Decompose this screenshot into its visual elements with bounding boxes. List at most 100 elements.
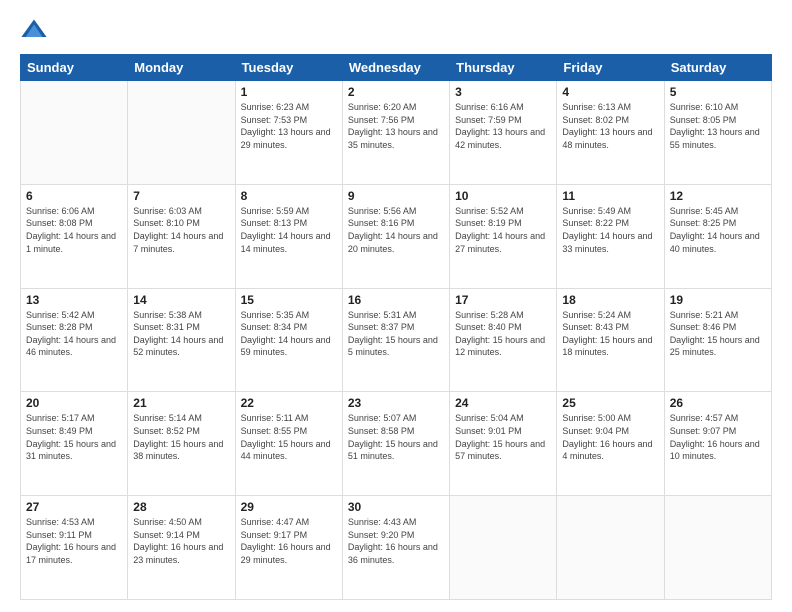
- day-info: Sunrise: 5:35 AM Sunset: 8:34 PM Dayligh…: [241, 309, 337, 359]
- day-info: Sunrise: 6:20 AM Sunset: 7:56 PM Dayligh…: [348, 101, 444, 151]
- day-number: 15: [241, 293, 337, 307]
- col-friday: Friday: [557, 55, 664, 81]
- table-row: [450, 496, 557, 600]
- day-number: 23: [348, 396, 444, 410]
- day-number: 1: [241, 85, 337, 99]
- day-number: 19: [670, 293, 766, 307]
- day-info: Sunrise: 5:11 AM Sunset: 8:55 PM Dayligh…: [241, 412, 337, 462]
- table-row: 13 Sunrise: 5:42 AM Sunset: 8:28 PM Dayli…: [21, 288, 128, 392]
- day-number: 13: [26, 293, 122, 307]
- table-row: 18Sunrise: 5:24 AM Sunset: 8:43 PM Dayli…: [557, 288, 664, 392]
- table-row: 27 Sunrise: 4:53 AM Sunset: 9:11 PM Dayli…: [21, 496, 128, 600]
- day-number: 27: [26, 500, 122, 514]
- table-row: 3 Sunrise: 6:16 AM Sunset: 7:59 PM Daylig…: [450, 81, 557, 185]
- table-row: 6Sunrise: 6:06 AM Sunset: 8:08 PM Daylig…: [21, 184, 128, 288]
- col-monday: Monday: [128, 55, 235, 81]
- day-info: Sunrise: 6:10 AM Sunset: 8:05 PM Dayligh…: [670, 101, 766, 151]
- table-row: 2 Sunrise: 6:20 AM Sunset: 7:56 PM Daylig…: [342, 81, 449, 185]
- table-row: [557, 496, 664, 600]
- day-info: Sunrise: 5:14 AM Sunset: 8:52 PM Dayligh…: [133, 412, 229, 462]
- day-info: Sunrise: 5:59 AM Sunset: 8:13 PM Dayligh…: [241, 205, 337, 255]
- day-info: Sunrise: 6:16 AM Sunset: 7:59 PM Dayligh…: [455, 101, 551, 151]
- table-row: 12 Sunrise: 5:45 AM Sunset: 8:25 PM Dayli…: [664, 184, 771, 288]
- day-number: 2: [348, 85, 444, 99]
- day-info: Sunrise: 5:56 AM Sunset: 8:16 PM Dayligh…: [348, 205, 444, 255]
- day-number: 5: [670, 85, 766, 99]
- day-info: Sunrise: 5:31 AM Sunset: 8:37 PM Dayligh…: [348, 309, 444, 359]
- day-info: Sunrise: 5:45 AM Sunset: 8:25 PM Dayligh…: [670, 205, 766, 255]
- col-thursday: Thursday: [450, 55, 557, 81]
- table-row: [128, 81, 235, 185]
- day-info: Sunrise: 5:17 AM Sunset: 8:49 PM Dayligh…: [26, 412, 122, 462]
- calendar-week-row: 6Sunrise: 6:06 AM Sunset: 8:08 PM Daylig…: [21, 184, 772, 288]
- table-row: 19 Sunrise: 5:21 AM Sunset: 8:46 PM Dayli…: [664, 288, 771, 392]
- day-number: 28: [133, 500, 229, 514]
- day-info: Sunrise: 5:52 AM Sunset: 8:19 PM Dayligh…: [455, 205, 551, 255]
- table-row: 17Sunrise: 5:28 AM Sunset: 8:40 PM Dayli…: [450, 288, 557, 392]
- table-row: 29Sunrise: 4:47 AM Sunset: 9:17 PM Dayli…: [235, 496, 342, 600]
- table-row: 4 Sunrise: 6:13 AM Sunset: 8:02 PM Daylig…: [557, 81, 664, 185]
- day-number: 30: [348, 500, 444, 514]
- table-row: 8 Sunrise: 5:59 AM Sunset: 8:13 PM Daylig…: [235, 184, 342, 288]
- day-number: 20: [26, 396, 122, 410]
- day-number: 10: [455, 189, 551, 203]
- day-number: 16: [348, 293, 444, 307]
- table-row: [21, 81, 128, 185]
- day-number: 7: [133, 189, 229, 203]
- day-number: 8: [241, 189, 337, 203]
- table-row: 16 Sunrise: 5:31 AM Sunset: 8:37 PM Dayli…: [342, 288, 449, 392]
- table-row: 5 Sunrise: 6:10 AM Sunset: 8:05 PM Daylig…: [664, 81, 771, 185]
- day-number: 12: [670, 189, 766, 203]
- day-info: Sunrise: 4:50 AM Sunset: 9:14 PM Dayligh…: [133, 516, 229, 566]
- table-row: 20 Sunrise: 5:17 AM Sunset: 8:49 PM Dayli…: [21, 392, 128, 496]
- day-number: 22: [241, 396, 337, 410]
- day-info: Sunrise: 4:47 AM Sunset: 9:17 PM Dayligh…: [241, 516, 337, 566]
- table-row: 7 Sunrise: 6:03 AM Sunset: 8:10 PM Daylig…: [128, 184, 235, 288]
- day-info: Sunrise: 4:57 AM Sunset: 9:07 PM Dayligh…: [670, 412, 766, 462]
- day-info: Sunrise: 6:23 AM Sunset: 7:53 PM Dayligh…: [241, 101, 337, 151]
- col-wednesday: Wednesday: [342, 55, 449, 81]
- day-number: 3: [455, 85, 551, 99]
- day-number: 9: [348, 189, 444, 203]
- table-row: 24 Sunrise: 5:04 AM Sunset: 9:01 PM Dayli…: [450, 392, 557, 496]
- logo: [20, 16, 50, 44]
- day-info: Sunrise: 6:13 AM Sunset: 8:02 PM Dayligh…: [562, 101, 658, 151]
- day-info: Sunrise: 6:03 AM Sunset: 8:10 PM Dayligh…: [133, 205, 229, 255]
- col-tuesday: Tuesday: [235, 55, 342, 81]
- table-row: 23 Sunrise: 5:07 AM Sunset: 8:58 PM Dayli…: [342, 392, 449, 496]
- day-number: 11: [562, 189, 658, 203]
- day-info: Sunrise: 5:28 AM Sunset: 8:40 PM Dayligh…: [455, 309, 551, 359]
- table-row: 28 Sunrise: 4:50 AM Sunset: 9:14 PM Dayli…: [128, 496, 235, 600]
- table-row: 25Sunrise: 5:00 AM Sunset: 9:04 PM Dayli…: [557, 392, 664, 496]
- table-row: 21 Sunrise: 5:14 AM Sunset: 8:52 PM Dayli…: [128, 392, 235, 496]
- day-info: Sunrise: 4:43 AM Sunset: 9:20 PM Dayligh…: [348, 516, 444, 566]
- day-info: Sunrise: 5:07 AM Sunset: 8:58 PM Dayligh…: [348, 412, 444, 462]
- day-number: 24: [455, 396, 551, 410]
- page: Sunday Monday Tuesday Wednesday Thursday…: [0, 0, 792, 612]
- day-info: Sunrise: 5:42 AM Sunset: 8:28 PM Dayligh…: [26, 309, 122, 359]
- table-row: 9 Sunrise: 5:56 AM Sunset: 8:16 PM Daylig…: [342, 184, 449, 288]
- table-row: 1 Sunrise: 6:23 AM Sunset: 7:53 PM Daylig…: [235, 81, 342, 185]
- calendar-week-row: 1 Sunrise: 6:23 AM Sunset: 7:53 PM Daylig…: [21, 81, 772, 185]
- col-saturday: Saturday: [664, 55, 771, 81]
- day-info: Sunrise: 5:49 AM Sunset: 8:22 PM Dayligh…: [562, 205, 658, 255]
- table-row: 30 Sunrise: 4:43 AM Sunset: 9:20 PM Dayli…: [342, 496, 449, 600]
- calendar-header-row: Sunday Monday Tuesday Wednesday Thursday…: [21, 55, 772, 81]
- logo-icon: [20, 16, 48, 44]
- calendar-week-row: 13 Sunrise: 5:42 AM Sunset: 8:28 PM Dayli…: [21, 288, 772, 392]
- day-number: 21: [133, 396, 229, 410]
- day-info: Sunrise: 5:00 AM Sunset: 9:04 PM Dayligh…: [562, 412, 658, 462]
- table-row: 26Sunrise: 4:57 AM Sunset: 9:07 PM Dayli…: [664, 392, 771, 496]
- calendar-week-row: 20 Sunrise: 5:17 AM Sunset: 8:49 PM Dayli…: [21, 392, 772, 496]
- calendar-table: Sunday Monday Tuesday Wednesday Thursday…: [20, 54, 772, 600]
- day-info: Sunrise: 5:04 AM Sunset: 9:01 PM Dayligh…: [455, 412, 551, 462]
- day-number: 6: [26, 189, 122, 203]
- col-sunday: Sunday: [21, 55, 128, 81]
- day-number: 4: [562, 85, 658, 99]
- day-info: Sunrise: 4:53 AM Sunset: 9:11 PM Dayligh…: [26, 516, 122, 566]
- day-info: Sunrise: 5:21 AM Sunset: 8:46 PM Dayligh…: [670, 309, 766, 359]
- day-info: Sunrise: 5:38 AM Sunset: 8:31 PM Dayligh…: [133, 309, 229, 359]
- day-info: Sunrise: 5:24 AM Sunset: 8:43 PM Dayligh…: [562, 309, 658, 359]
- table-row: 14Sunrise: 5:38 AM Sunset: 8:31 PM Dayli…: [128, 288, 235, 392]
- calendar-week-row: 27 Sunrise: 4:53 AM Sunset: 9:11 PM Dayli…: [21, 496, 772, 600]
